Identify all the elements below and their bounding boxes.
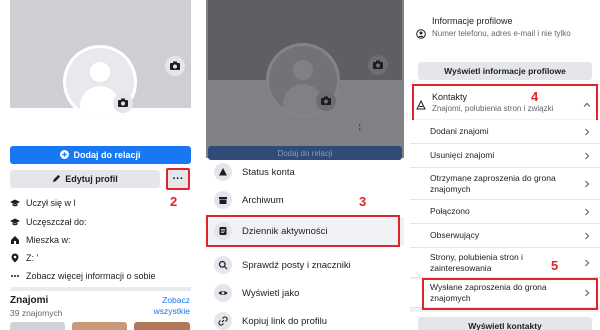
profile-picture <box>266 43 340 117</box>
menu-item-account-status[interactable]: Status konta <box>206 158 404 186</box>
friend-thumbnail[interactable] <box>72 322 127 330</box>
step-number-5: 5 <box>551 258 559 273</box>
pencil-icon <box>52 174 61 185</box>
show-profile-info-button[interactable]: Wyświetl informacje profilowe <box>418 62 592 80</box>
friends-title: Znajomi <box>10 295 49 306</box>
edit-profile-label: Edytuj profil <box>65 174 118 184</box>
chevron-right-icon <box>582 179 592 189</box>
show-contacts-button[interactable]: Wyświetl kontakty <box>418 317 592 330</box>
profile-info-title: Informacje profilowe <box>432 16 513 26</box>
eye-icon <box>214 284 232 302</box>
menu-item-view-as[interactable]: Wyświetl jako <box>206 279 404 307</box>
chevron-right-icon <box>582 127 592 137</box>
graduation-cap-icon <box>10 217 20 227</box>
highlight-sent-requests <box>422 278 598 310</box>
profile-info-subtitle: Numer telefonu, adres e-mail i nie tylko <box>432 29 571 38</box>
menu-item-copy-link[interactable]: Kopiuj link do profilu <box>206 307 404 330</box>
dots-marker: : <box>358 122 362 133</box>
avatar-camera-icon[interactable] <box>113 93 133 113</box>
location-pin-icon <box>10 253 20 263</box>
plus-icon <box>60 149 70 161</box>
contacts-item-received-requests[interactable]: Otrzymane zaproszenia do grona znajomych <box>410 168 600 200</box>
friend-thumbnail[interactable] <box>10 322 65 330</box>
contacts-footer: Wyświetl kontakty <box>410 312 600 330</box>
friend-thumbnail[interactable] <box>134 322 190 330</box>
contacts-item-removed-friends[interactable]: Usunięci znajomi <box>410 144 600 168</box>
user-circle-icon <box>416 26 426 39</box>
dimmed-profile-header: : Dodaj do relacji <box>206 0 404 160</box>
cover-camera-icon <box>368 55 388 75</box>
contacts-item-followers[interactable]: Obserwujący <box>410 224 600 248</box>
add-to-story-label: Dodaj do relacji <box>73 150 141 160</box>
step-number-4: 4 <box>531 89 539 104</box>
profile-panel: Dodaj do relacji Edytuj profil ··· 2 Ucz… <box>0 0 200 330</box>
more-dots-icon <box>10 271 20 281</box>
search-icon <box>214 256 232 274</box>
chevron-right-icon <box>582 151 592 161</box>
highlight-contacts <box>412 84 598 122</box>
menu-item-archive[interactable]: Archiwum <box>206 186 404 214</box>
status-icon <box>214 163 232 181</box>
see-more-about-you-link[interactable]: Zobacz więcej informacji o sobie <box>10 271 156 281</box>
menu-item-review-posts[interactable]: Sprawdź posty i znaczniki <box>206 251 404 279</box>
highlight-activity-log <box>206 215 400 247</box>
chevron-right-icon <box>582 207 592 217</box>
info-row-education-1: Uczył się w l <box>10 198 76 208</box>
profile-picture[interactable] <box>63 45 137 119</box>
chevron-right-icon <box>582 231 592 241</box>
info-row-education-2: Uczęszczał do: <box>10 217 87 227</box>
chevron-right-icon <box>582 258 592 268</box>
step-number-3: 3 <box>359 194 367 209</box>
step-number-2: 2 <box>170 194 178 209</box>
edit-profile-button[interactable]: Edytuj profil <box>10 170 160 188</box>
add-to-story-button[interactable]: Dodaj do relacji <box>10 146 191 164</box>
link-icon <box>214 312 232 330</box>
contacts-item-connected[interactable]: Połączono <box>410 200 600 224</box>
info-row-from: Z: ' <box>10 253 38 263</box>
activity-log-panel: Informacje profilowe Numer telefonu, adr… <box>410 0 600 330</box>
home-icon <box>10 235 20 245</box>
archive-icon <box>214 191 232 209</box>
cover-camera-icon[interactable] <box>165 56 185 76</box>
more-options-button[interactable]: ··· <box>166 168 190 190</box>
profile-info-section: Informacje profilowe Numer telefonu, adr… <box>410 0 600 84</box>
contacts-item-pages-likes[interactable]: Strony, polubienia stron i zainteresowan… <box>410 248 600 278</box>
contacts-item-added-friends[interactable]: Dodani znajomi <box>410 120 600 144</box>
divider <box>10 287 191 291</box>
friends-count: 39 znajomych <box>10 308 63 318</box>
avatar-camera-icon <box>316 91 336 111</box>
see-all-friends-link[interactable]: Zobacz wszystkie <box>150 295 190 317</box>
more-options-menu-panel: : Dodaj do relacji Status konta Archiwum… <box>206 0 404 330</box>
info-row-lives-in: Mieszka w: <box>10 235 71 245</box>
graduation-cap-icon <box>10 198 20 208</box>
